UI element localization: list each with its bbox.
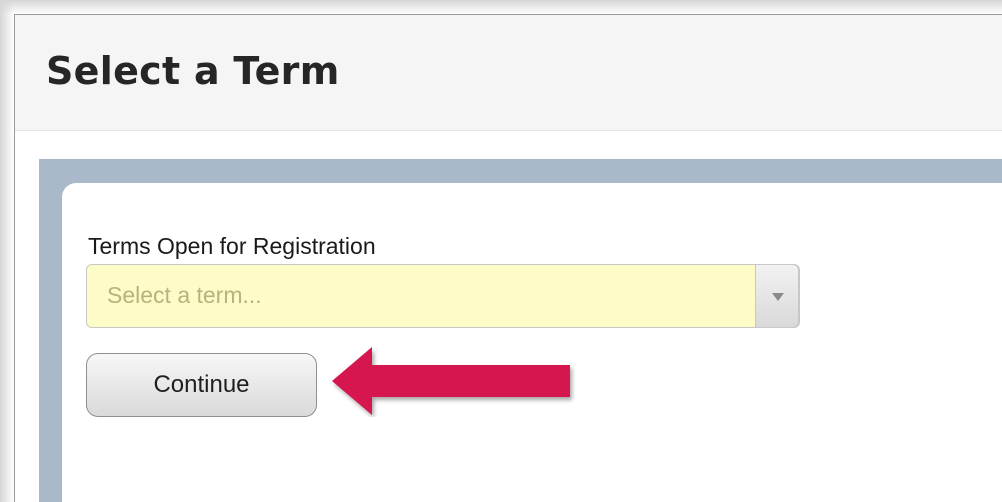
screenshot-frame: Select a Term Terms Open for Registratio… (0, 0, 1002, 502)
continue-button[interactable]: Continue (86, 353, 317, 417)
left-arrow-icon (332, 347, 570, 415)
page-header: Select a Term (15, 15, 1002, 131)
chevron-down-icon (772, 293, 784, 301)
term-selection-card: Terms Open for Registration Select a ter… (62, 183, 1002, 502)
terms-label: Terms Open for Registration (88, 233, 376, 259)
frame-shadow-left (0, 0, 14, 502)
term-select-dropdown[interactable]: Select a term... (86, 264, 800, 328)
dropdown-toggle-button[interactable] (755, 264, 799, 328)
page-title: Select a Term (46, 49, 340, 93)
browser-window: Select a Term Terms Open for Registratio… (14, 14, 1002, 502)
term-select-placeholder: Select a term... (107, 282, 262, 308)
content-panel: Terms Open for Registration Select a ter… (39, 159, 1002, 502)
frame-shadow-top (0, 0, 1002, 14)
